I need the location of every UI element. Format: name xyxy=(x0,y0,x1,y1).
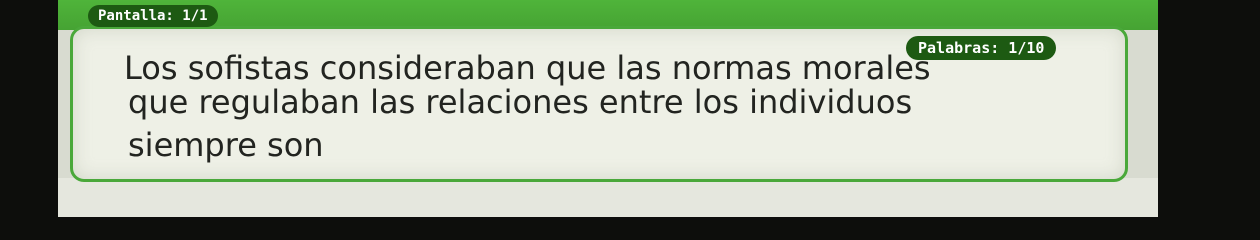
reading-text-line: siempre son xyxy=(128,126,324,164)
reading-text-line: que regulaban las relaciones entre los i… xyxy=(128,83,913,121)
screen-counter-badge: Pantalla: 1/1 xyxy=(88,5,218,27)
app-screen: Pantalla: 1/1 Palabras: 1/10 Los sofista… xyxy=(58,0,1158,217)
lower-area xyxy=(58,178,1158,217)
